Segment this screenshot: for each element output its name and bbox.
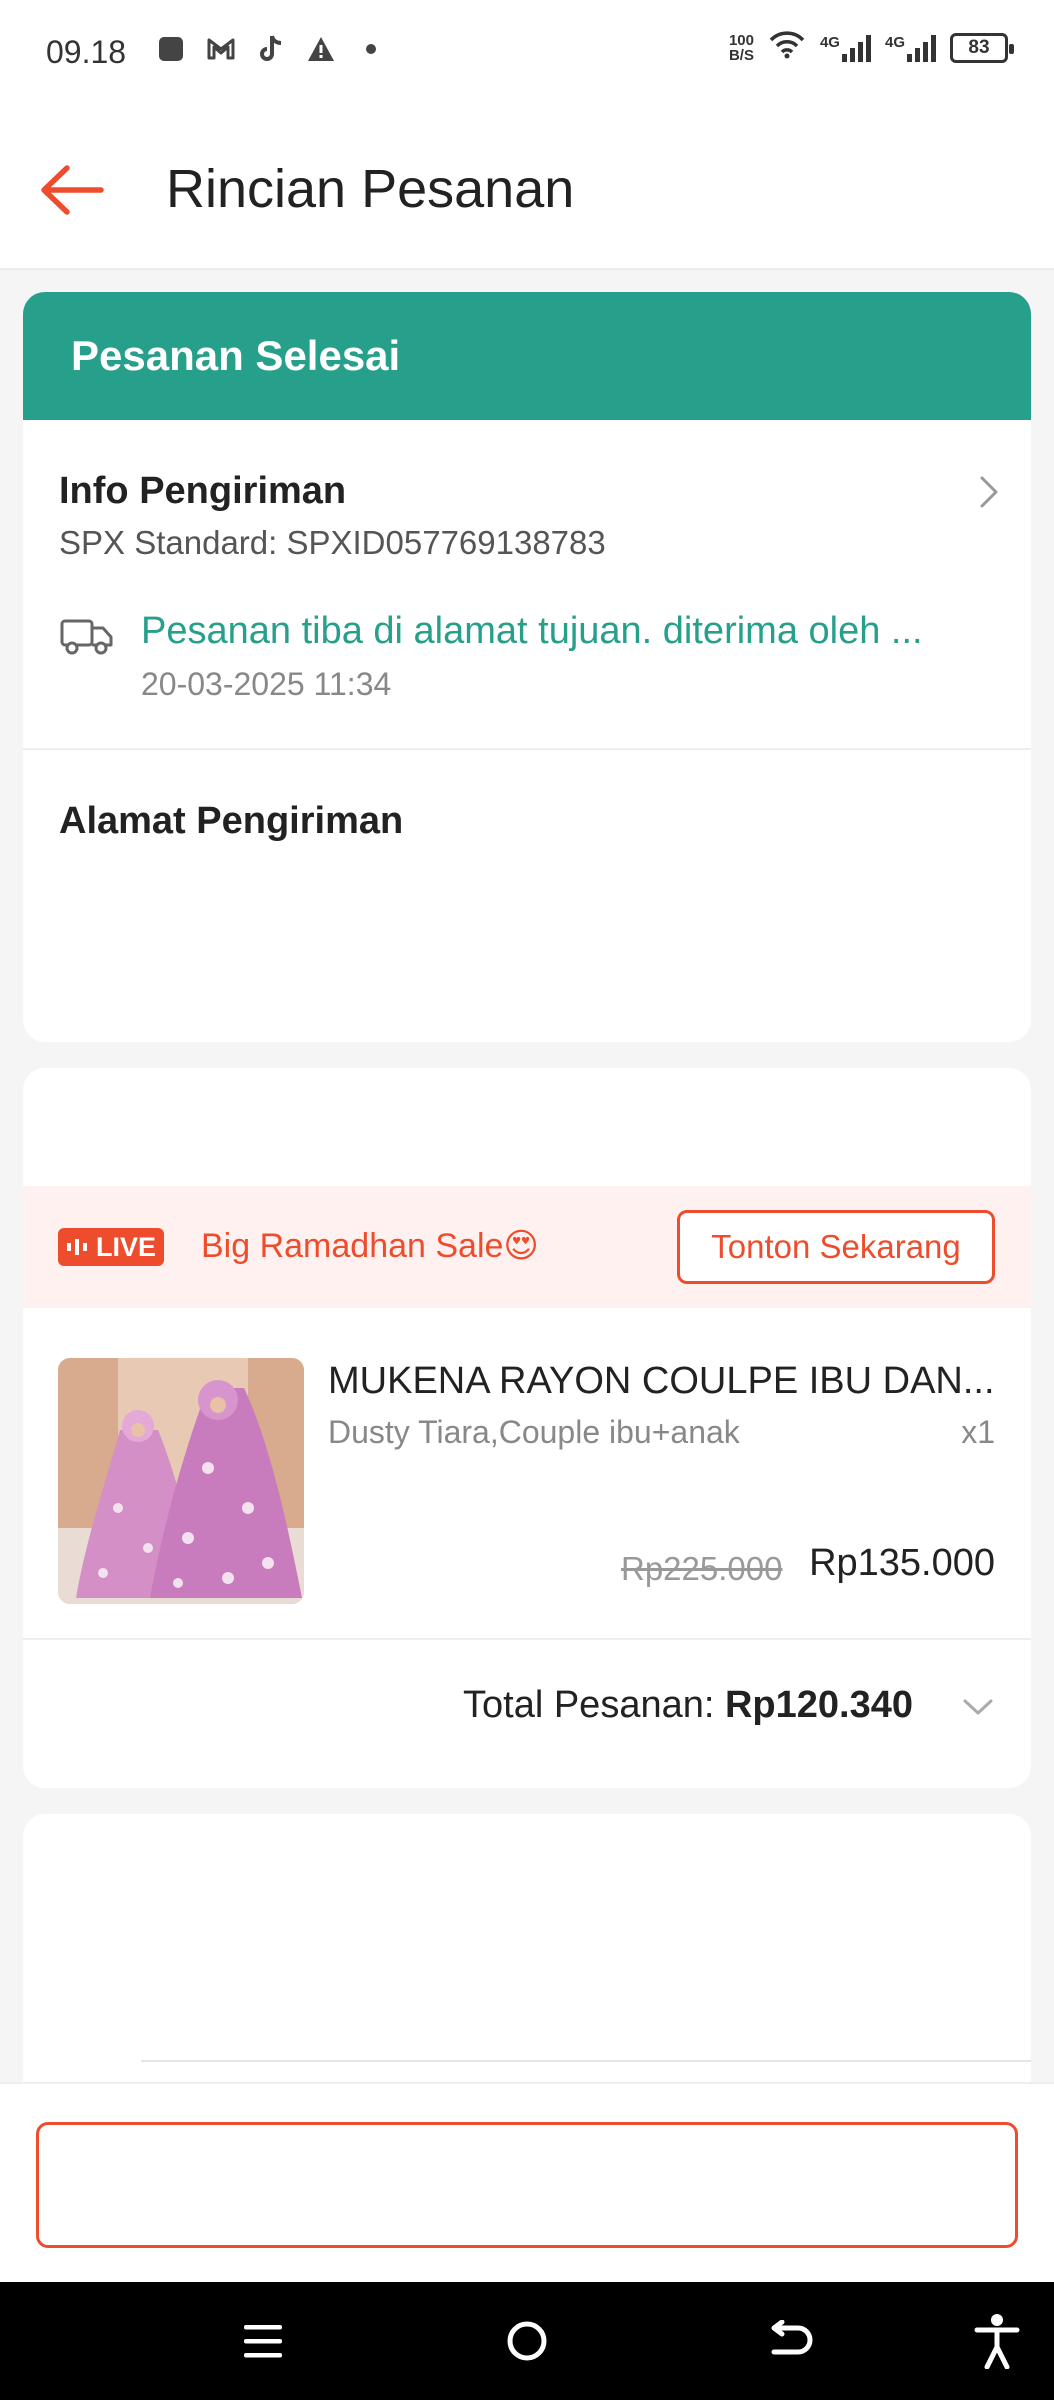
- product-quantity: x1: [961, 1414, 995, 1450]
- product-name: MUKENA RAYON COULPE IBU DAN...: [328, 1360, 995, 1402]
- home-button[interactable]: [492, 2306, 562, 2376]
- warning-icon: [306, 34, 336, 64]
- accessibility-icon: [974, 2314, 1020, 2369]
- live-bars-icon: [67, 1239, 87, 1255]
- address-title: Alamat Pengiriman: [59, 800, 404, 842]
- order-total: Total Pesanan: Rp120.340: [463, 1684, 913, 1727]
- app-header: Rincian Pesanan: [0, 100, 1054, 270]
- shipping-info-title: Info Pengiriman: [59, 470, 347, 512]
- shipping-address-section: Alamat Pengiriman: [23, 750, 1031, 1040]
- system-navigation-bar: [0, 2282, 1054, 2400]
- home-circle-icon: [507, 2321, 547, 2361]
- original-price: Rp225.000: [621, 1550, 783, 1587]
- truck-icon: [59, 616, 115, 661]
- signal-1: 4G: [820, 34, 871, 62]
- signal-bars-icon: [841, 34, 871, 62]
- delivery-time: 20-03-2025 11:34: [141, 666, 392, 702]
- order-total-label: Total Pesanan:: [463, 1684, 715, 1726]
- back-nav-button[interactable]: [756, 2306, 826, 2376]
- dot-icon: [356, 34, 386, 64]
- chevron-right-icon: [977, 474, 1001, 515]
- live-promo-text: Big Ramadhan Sale😍: [201, 1227, 539, 1265]
- product-image: [58, 1358, 304, 1604]
- product-price: Rp135.000: [809, 1542, 995, 1584]
- payment-details-card: [23, 1814, 1031, 2114]
- order-total-row[interactable]: Total Pesanan: Rp120.340: [23, 1638, 1031, 1778]
- menu-icon: [244, 2325, 282, 2358]
- back-button[interactable]: [34, 152, 110, 228]
- tiktok-icon: [256, 34, 286, 64]
- accessibility-button[interactable]: [962, 2306, 1032, 2376]
- battery-icon: 83: [950, 32, 1014, 63]
- order-total-value: Rp120.340: [724, 1684, 913, 1726]
- bottom-action-bar: [0, 2082, 1054, 2282]
- status-bar: 09.18 100 B/S 4G 4G 83: [0, 0, 1054, 100]
- product-card: LIVE Big Ramadhan Sale😍 Tonton Sekarang: [23, 1068, 1031, 1788]
- order-status-label: Pesanan Selesai: [71, 332, 401, 379]
- order-status-banner: Pesanan Selesai: [23, 292, 1031, 420]
- recent-apps-button[interactable]: [228, 2306, 298, 2376]
- notification-icons: [156, 34, 386, 64]
- signal-2: 4G: [885, 34, 936, 62]
- divider: [141, 2060, 1031, 2062]
- tracking-number: SPX Standard: SPXID057769138783: [59, 524, 606, 561]
- page-title: Rincian Pesanan: [166, 159, 575, 219]
- signal-bars-icon: [907, 34, 936, 62]
- return-icon: [771, 2320, 813, 2355]
- network-speed: 100 B/S: [728, 31, 754, 64]
- live-badge: LIVE: [58, 1228, 165, 1266]
- gmail-icon: [206, 34, 236, 64]
- live-promo-row: LIVE Big Ramadhan Sale😍 Tonton Sekarang: [23, 1186, 1031, 1308]
- product-item[interactable]: MUKENA RAYON COULPE IBU DAN... Dusty Tia…: [23, 1338, 1031, 1604]
- chevron-down-icon: [961, 1696, 995, 1723]
- status-time: 09.18: [46, 34, 127, 70]
- status-indicators: 100 B/S 4G 4G 83: [728, 30, 1014, 65]
- action-button[interactable]: [36, 2122, 1018, 2248]
- shipping-info-section[interactable]: Info Pengiriman SPX Standard: SPXID05776…: [23, 420, 1031, 750]
- delivery-status: Pesanan tiba di alamat tujuan. diterima …: [141, 610, 923, 652]
- app-notification-icon: [156, 34, 186, 64]
- order-info-card: Pesanan Selesai Info Pengiriman SPX Stan…: [23, 292, 1031, 1042]
- wifi-icon: [768, 30, 806, 65]
- watch-now-button[interactable]: Tonton Sekarang: [677, 1210, 995, 1284]
- product-variant: Dusty Tiara,Couple ibu+anak: [328, 1414, 740, 1450]
- back-arrow-icon: [41, 165, 104, 215]
